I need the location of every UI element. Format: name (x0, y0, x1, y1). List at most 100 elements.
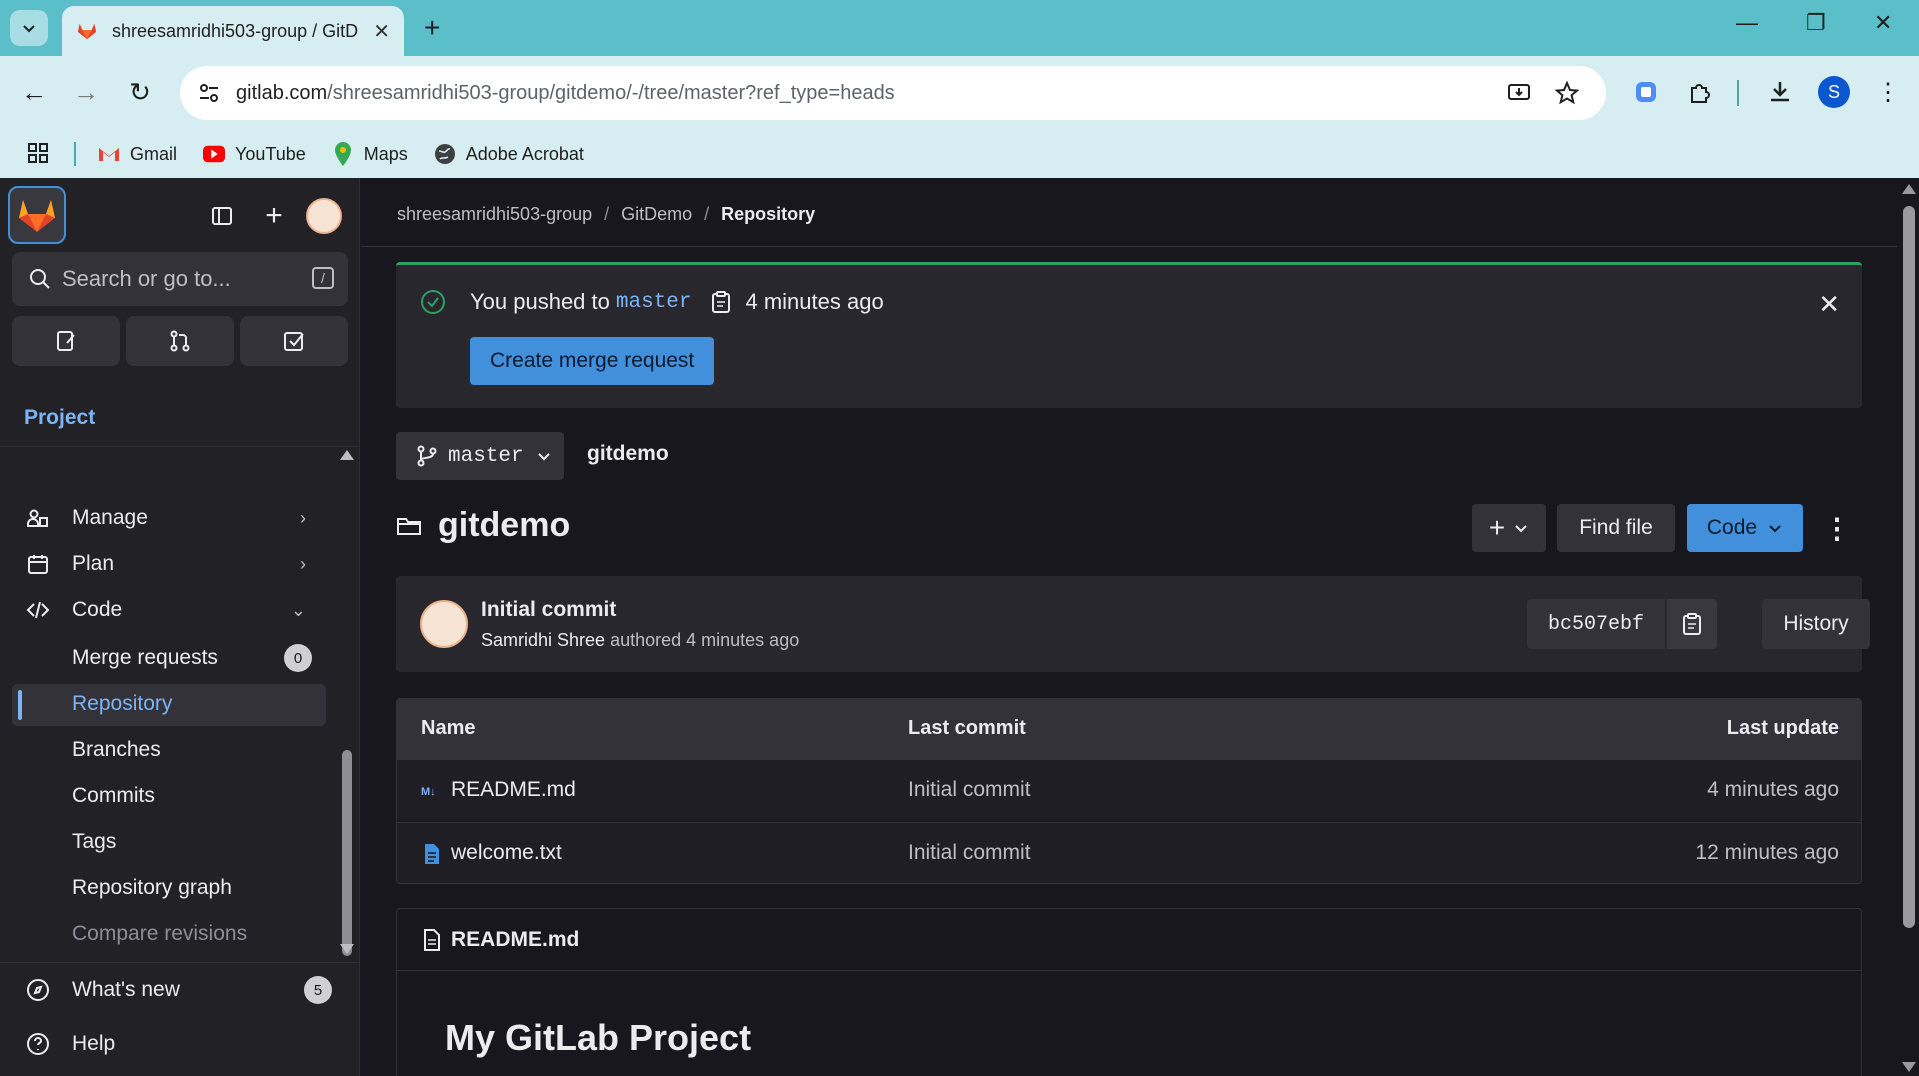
chevron-down-icon (23, 25, 35, 33)
todo-list-button[interactable] (240, 316, 348, 366)
alert-branch-link[interactable]: master (616, 291, 692, 314)
minimize-icon[interactable]: — (1736, 10, 1758, 36)
tab-search-button[interactable] (10, 10, 48, 46)
maps-pin-icon (332, 142, 354, 166)
commit-author-link[interactable]: Samridhi Shree (481, 630, 605, 650)
search-placeholder: Search or go to... (62, 266, 231, 291)
file-last-commit-link[interactable]: Initial commit (908, 841, 1031, 865)
table-row[interactable]: welcome.txt Initial commit 12 minutes ag… (397, 822, 1861, 883)
youtube-icon (203, 143, 226, 165)
tab-close-icon[interactable]: ✕ (373, 19, 390, 44)
create-merge-request-button[interactable]: Create merge request (470, 337, 715, 385)
sidebar-item-merge-requests[interactable]: Merge requests (72, 638, 218, 678)
code-dropdown-button[interactable]: Code (1687, 504, 1803, 552)
toggle-sidebar-icon[interactable] (204, 198, 240, 234)
sidebar-whats-new[interactable]: What's new (26, 970, 316, 1010)
sidebar-item-plan[interactable]: Plan › (26, 544, 316, 584)
browser-menu-icon[interactable]: ⋮ (1870, 74, 1906, 110)
file-name-link[interactable]: README.md (451, 778, 576, 802)
restore-icon[interactable]: ❐ (1806, 10, 1826, 36)
sidebar-item-manage[interactable]: Manage › (26, 498, 316, 538)
sidebar-item-tags[interactable]: Tags (72, 822, 116, 862)
back-icon[interactable]: ← (16, 74, 52, 110)
sidebar-item-branches[interactable]: Branches (72, 730, 161, 770)
reload-icon[interactable]: ↻ (122, 74, 158, 110)
merge-requests-quick-button[interactable] (126, 316, 234, 366)
browser-chrome: shreesamridhi503-group / GitD ✕ + — ❐ ✕ … (0, 0, 1919, 178)
sidebar-scrollbar[interactable] (342, 570, 354, 970)
merge-requests-count-badge: 0 (284, 644, 312, 672)
clipboard-icon (1683, 613, 1701, 635)
page-scroll-up-icon[interactable] (1902, 184, 1916, 194)
assigned-issues-button[interactable] (12, 316, 120, 366)
chevron-down-icon (1769, 525, 1781, 533)
sidebar-item-label: Plan (72, 552, 115, 575)
page-scrollbar-thumb[interactable] (1903, 206, 1915, 928)
sidebar-item-compare-revisions[interactable]: Compare revisions (72, 914, 247, 954)
apps-grid-icon[interactable] (26, 141, 52, 167)
commit-sha[interactable]: bc507ebf (1527, 599, 1665, 649)
bookmark-maps[interactable]: Maps (332, 142, 408, 166)
readme-panel: README.md My GitLab Project (396, 908, 1862, 1076)
commit-title-link[interactable]: Initial commit (481, 598, 616, 622)
page-scrollbar[interactable] (1899, 178, 1919, 1076)
gitlab-logo-button[interactable] (8, 186, 66, 244)
add-file-dropdown[interactable]: + (1472, 504, 1546, 552)
file-name-link[interactable]: welcome.txt (451, 841, 562, 865)
sidebar-help[interactable]: Help (26, 1024, 316, 1064)
breadcrumb-group-link[interactable]: shreesamridhi503-group (397, 204, 592, 225)
sidebar-item-code[interactable]: Code ⌄ (26, 590, 316, 630)
bookmark-gmail[interactable]: Gmail (98, 143, 177, 165)
install-app-icon[interactable] (1506, 80, 1532, 106)
svg-text:M↓: M↓ (421, 786, 436, 798)
extensions-puzzle-icon[interactable] (1682, 74, 1718, 110)
breadcrumb-project-link[interactable]: GitDemo (621, 204, 692, 225)
bookmark-youtube[interactable]: YouTube (203, 143, 306, 165)
sidebar-scroll-down-icon[interactable] (340, 944, 354, 954)
commit-author-avatar[interactable] (420, 600, 468, 648)
breadcrumb-current[interactable]: Repository (721, 204, 815, 225)
browser-tab-active[interactable]: shreesamridhi503-group / GitD ✕ (62, 6, 404, 56)
page-scroll-down-icon[interactable] (1902, 1062, 1916, 1072)
more-actions-icon[interactable]: ⋮ (1823, 512, 1851, 545)
clipboard-icon[interactable] (710, 290, 732, 314)
address-bar[interactable]: gitlab.com/shreesamridhi503-group/gitdem… (180, 66, 1606, 120)
sidebar-section-project[interactable]: Project (24, 406, 95, 430)
main-content: shreesamridhi503-group / GitDemo / Repos… (361, 178, 1897, 1076)
bookmark-adobe-acrobat[interactable]: Adobe Acrobat (434, 143, 584, 165)
folder-icon (397, 517, 421, 535)
readme-filename-link[interactable]: README.md (451, 928, 579, 952)
chevron-down-icon (537, 453, 550, 461)
user-avatar[interactable] (306, 198, 342, 234)
todo-checkbox-icon (284, 332, 304, 351)
history-button[interactable]: History (1762, 599, 1870, 649)
repository-path[interactable]: gitdemo (587, 442, 669, 466)
copy-sha-button[interactable] (1667, 599, 1717, 649)
whats-new-count-badge: 5 (304, 976, 332, 1004)
extension-blue-icon[interactable] (1628, 74, 1664, 110)
dismiss-alert-icon[interactable]: ✕ (1818, 289, 1840, 320)
table-row[interactable]: M↓ README.md Initial commit 4 minutes ag… (397, 759, 1861, 821)
downloads-icon[interactable] (1762, 74, 1798, 110)
sidebar-scrollbar-thumb[interactable] (342, 750, 352, 956)
branch-selector[interactable]: master (396, 432, 564, 480)
download-arrow-icon (1771, 82, 1789, 102)
forward-icon[interactable]: → (68, 74, 104, 110)
new-tab-button[interactable]: + (424, 12, 440, 44)
create-new-icon[interactable]: + (256, 198, 292, 234)
find-file-button[interactable]: Find file (1557, 504, 1675, 552)
sidebar-item-repository[interactable]: Repository (72, 684, 172, 724)
bookmark-star-icon[interactable] (1554, 80, 1580, 106)
site-settings-icon[interactable] (196, 80, 222, 106)
sidebar-search[interactable]: Search or go to... / (12, 252, 348, 306)
sidebar-scroll-up-icon[interactable] (340, 450, 354, 460)
sidebar-item-repository-graph[interactable]: Repository graph (72, 868, 232, 908)
sidebar-bottom-divider (0, 962, 360, 963)
file-last-commit-link[interactable]: Initial commit (908, 778, 1031, 802)
window-close-icon[interactable]: ✕ (1874, 10, 1892, 36)
column-header-last-commit: Last commit (908, 717, 1026, 739)
readme-header: README.md (397, 909, 1861, 971)
issues-icon (57, 331, 75, 351)
profile-avatar[interactable]: S (1818, 76, 1850, 108)
sidebar-item-commits[interactable]: Commits (72, 776, 155, 816)
